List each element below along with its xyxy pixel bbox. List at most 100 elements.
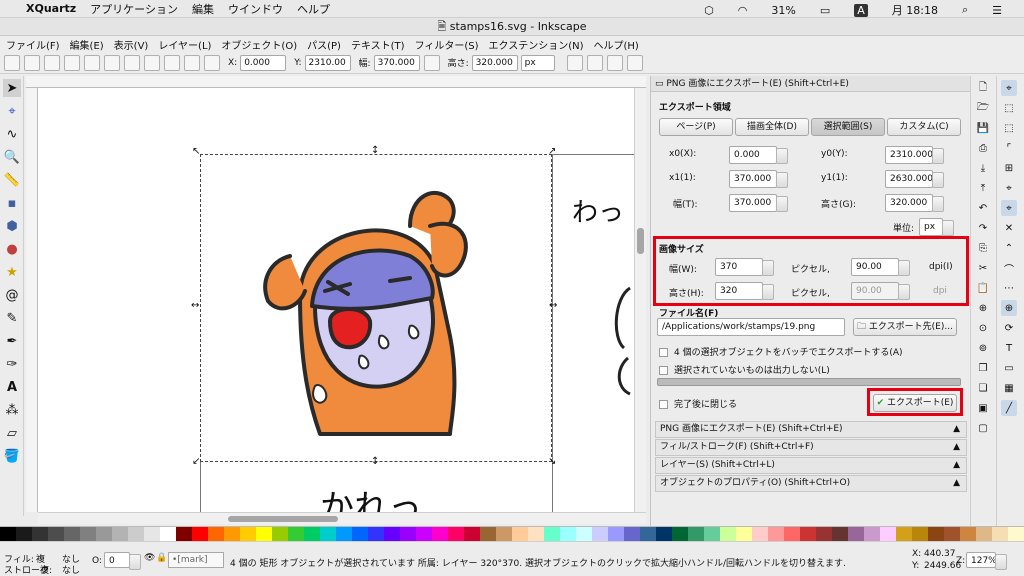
palette-swatch[interactable] xyxy=(16,527,32,541)
undo-icon[interactable]: ↶ xyxy=(975,200,991,216)
collapsed-object-props-panel[interactable]: オブジェクトのプロパティ(O) (Shift+Ctrl+O) ▲ xyxy=(655,475,967,492)
palette-swatch[interactable] xyxy=(448,527,464,541)
zoom-drawing-icon[interactable]: ⊙ xyxy=(975,320,991,336)
bucket-tool-icon[interactable]: 🪣 xyxy=(3,447,21,465)
copy-icon[interactable]: ⎘ xyxy=(975,240,991,256)
flip-h-icon[interactable] xyxy=(104,54,120,71)
layer-select[interactable]: •[mark] xyxy=(168,552,224,568)
palette-swatch[interactable] xyxy=(64,527,80,541)
horizontal-ruler[interactable] xyxy=(26,76,646,88)
mac-menu-edit[interactable]: 編集 xyxy=(192,1,214,17)
palette-swatch[interactable] xyxy=(32,527,48,541)
palette-swatch[interactable] xyxy=(784,527,800,541)
menu-file[interactable]: ファイル(F) xyxy=(6,37,60,52)
palette-swatch[interactable] xyxy=(656,527,672,541)
palette-swatch[interactable] xyxy=(544,527,560,541)
hide-unselected-option[interactable]: 選択されていないものは出力しない(L) xyxy=(659,363,830,376)
area-height-input[interactable]: 320.000 xyxy=(885,194,944,212)
raise-top-icon[interactable] xyxy=(204,54,220,71)
spray-tool-icon[interactable]: ⁂ xyxy=(3,401,21,419)
flip-v-icon[interactable] xyxy=(124,54,140,71)
color-palette[interactable] xyxy=(0,526,1024,541)
horizontal-scrollbar[interactable] xyxy=(38,512,646,524)
vertical-scrollbar[interactable] xyxy=(634,88,646,512)
palette-swatch[interactable] xyxy=(176,527,192,541)
menu-filters[interactable]: フィルター(S) xyxy=(415,37,479,52)
palette-swatch[interactable] xyxy=(928,527,944,541)
menu-view[interactable]: 表示(V) xyxy=(114,37,149,52)
x-input[interactable]: 0.000 xyxy=(240,54,287,71)
palette-swatch[interactable] xyxy=(704,527,720,541)
area-custom-button[interactable]: カスタム(C) xyxy=(887,118,961,136)
snap-page-icon[interactable]: ▭ xyxy=(1001,360,1017,376)
handle-left[interactable]: ↔ xyxy=(191,300,199,311)
mac-menu-apps[interactable]: アプリケーション xyxy=(90,1,178,17)
spiral-tool-icon[interactable]: @ xyxy=(3,286,21,304)
palette-swatch[interactable] xyxy=(256,527,272,541)
handle-bl[interactable]: ↙ xyxy=(192,456,200,467)
paste-icon[interactable]: 📋 xyxy=(975,280,991,296)
palette-swatch[interactable] xyxy=(832,527,848,541)
unit-select[interactable]: px xyxy=(520,54,555,71)
layer-visibility-icon[interactable]: 👁 xyxy=(144,553,155,563)
palette-swatch[interactable] xyxy=(304,527,320,541)
snap-cusp-icon[interactable]: ⌃ xyxy=(1001,240,1017,256)
select-all-icon[interactable] xyxy=(4,54,20,71)
eraser-tool-icon[interactable]: ▱ xyxy=(3,424,21,442)
vscroll-thumb[interactable] xyxy=(637,228,644,254)
palette-swatch[interactable] xyxy=(640,527,656,541)
y0-input[interactable]: 2310.000 xyxy=(885,146,944,164)
x0-input[interactable]: 0.000 xyxy=(729,146,788,164)
palette-swatch[interactable] xyxy=(416,527,432,541)
snap-bbox-icon[interactable]: ⬚ xyxy=(1001,100,1017,116)
close-after-option[interactable]: 完了後に閉じる xyxy=(659,397,737,410)
lower-bottom-icon[interactable] xyxy=(144,54,160,71)
search-icon[interactable]: ⌕ xyxy=(962,3,968,17)
palette-swatch[interactable] xyxy=(912,527,928,541)
tweak-tool-icon[interactable]: ∿ xyxy=(3,125,21,143)
palette-swatch[interactable] xyxy=(848,527,864,541)
snap-grids-icon[interactable]: ▦ xyxy=(1001,380,1017,396)
raise-icon[interactable] xyxy=(184,54,200,71)
close-after-checkbox[interactable] xyxy=(659,400,668,409)
menu-help[interactable]: ヘルプ(H) xyxy=(594,37,639,52)
palette-swatch[interactable] xyxy=(592,527,608,541)
x1-input[interactable]: 370.000 xyxy=(729,170,788,188)
zoom-tool-icon[interactable]: 🔍 xyxy=(3,148,21,166)
palette-swatch[interactable] xyxy=(976,527,992,541)
pen-tool-icon[interactable]: ✒ xyxy=(3,332,21,350)
menu-extensions[interactable]: エクステンション(N) xyxy=(489,37,584,52)
handle-right[interactable]: ↔ xyxy=(549,300,557,311)
snap-nodes-icon[interactable]: ⌖ xyxy=(1001,180,1017,196)
deselect-icon[interactable] xyxy=(44,54,60,71)
menu-path[interactable]: パス(P) xyxy=(307,37,341,52)
cut-icon[interactable]: ✂ xyxy=(975,260,991,276)
3dbox-tool-icon[interactable]: ⬢ xyxy=(3,217,21,235)
measure-tool-icon[interactable]: 📏 xyxy=(3,171,21,189)
handle-bottom[interactable]: ↕ xyxy=(371,456,379,467)
palette-swatch[interactable] xyxy=(400,527,416,541)
mac-menu-help[interactable]: ヘルプ xyxy=(297,1,330,17)
palette-swatch[interactable] xyxy=(384,527,400,541)
palette-swatch[interactable] xyxy=(1008,527,1024,541)
palette-swatch[interactable] xyxy=(992,527,1008,541)
star-tool-icon[interactable]: ★ xyxy=(3,263,21,281)
palette-swatch[interactable] xyxy=(0,527,16,541)
hscroll-thumb[interactable] xyxy=(228,516,338,522)
area-width-input[interactable]: 370.000 xyxy=(729,194,788,212)
layer-lock-icon[interactable]: 🔒 xyxy=(156,553,167,563)
palette-swatch[interactable] xyxy=(528,527,544,541)
snap-bbox-mid-icon[interactable]: ⊞ xyxy=(1001,160,1017,176)
menu-layer[interactable]: レイヤー(L) xyxy=(158,37,211,52)
text-tool-icon[interactable]: A xyxy=(3,378,21,396)
palette-swatch[interactable] xyxy=(736,527,752,541)
zoom-selection-icon[interactable]: ⊕ xyxy=(975,300,991,316)
handle-tr[interactable]: ↗ xyxy=(548,146,556,157)
transform-patterns-icon[interactable] xyxy=(626,54,643,71)
import-icon[interactable]: ⤓ xyxy=(975,160,991,176)
palette-swatch[interactable] xyxy=(480,527,496,541)
snap-centers-icon[interactable]: ⊕ xyxy=(1001,300,1017,316)
palette-swatch[interactable] xyxy=(320,527,336,541)
export-as-button[interactable]: 🗀 エクスポート先(E)... xyxy=(853,318,957,336)
selector-tool-icon[interactable]: ➤ xyxy=(3,79,21,97)
